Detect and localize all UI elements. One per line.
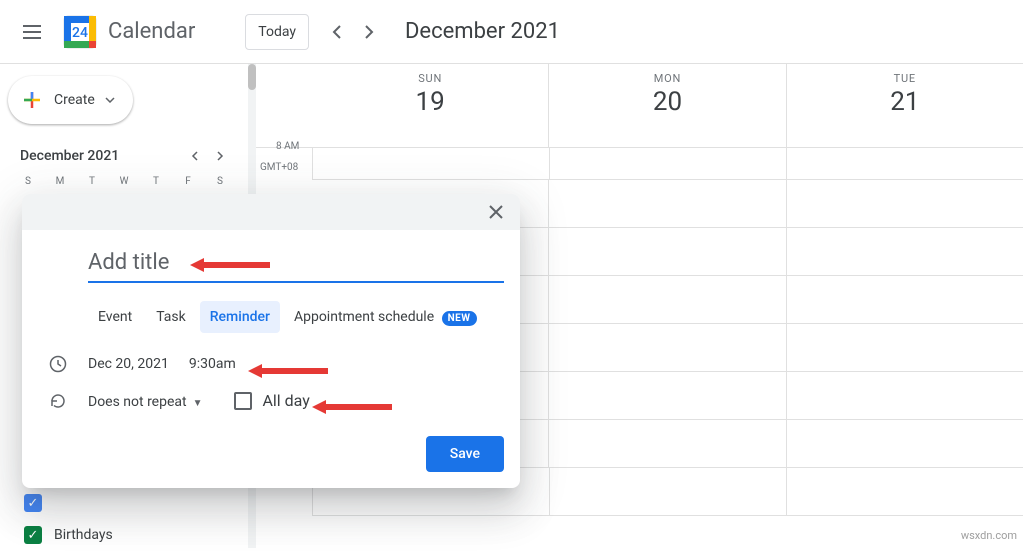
day-header[interactable]: MON 20: [548, 64, 785, 147]
mini-next-button[interactable]: [208, 144, 232, 168]
scrollbar-thumb[interactable]: [248, 64, 256, 90]
day-number: 21: [787, 87, 1023, 117]
next-period-button[interactable]: [353, 16, 385, 48]
annotation-arrow: [190, 258, 270, 272]
mini-dow-row: SMTWTFS: [8, 176, 240, 187]
current-period-label: December 2021: [405, 19, 560, 44]
new-badge: NEW: [442, 311, 477, 326]
close-icon: [489, 205, 503, 219]
time-label: 8 AM: [276, 141, 299, 152]
title-input[interactable]: [88, 246, 504, 283]
annotation-arrow: [312, 400, 392, 414]
main-menu-button[interactable]: [8, 8, 56, 56]
day-header[interactable]: TUE 21: [786, 64, 1023, 147]
dow-label: TUE: [787, 72, 1023, 85]
day-header[interactable]: SUN 19: [312, 64, 548, 147]
allday-checkbox[interactable]: [234, 392, 252, 410]
watermark: wsxdn.com: [961, 529, 1017, 542]
calendar-checkbox[interactable]: ✓: [24, 526, 42, 544]
save-button[interactable]: Save: [426, 436, 504, 472]
tab-event[interactable]: Event: [88, 301, 142, 333]
chevron-down-icon: ▼: [193, 398, 203, 409]
quick-create-dialog: Event Task Reminder Appointment schedule…: [22, 194, 520, 488]
time-picker[interactable]: 9:30am: [189, 356, 236, 372]
clock-icon: [48, 355, 68, 373]
dow-label: MON: [549, 72, 785, 85]
tab-reminder[interactable]: Reminder: [200, 301, 280, 333]
prev-period-button[interactable]: [321, 16, 353, 48]
annotation-arrow: [248, 364, 328, 378]
create-label: Create: [54, 92, 95, 108]
day-number: 19: [312, 87, 548, 117]
date-picker[interactable]: Dec 20, 2021: [88, 356, 169, 372]
create-button[interactable]: Create: [8, 76, 133, 124]
mini-calendar-month: December 2021: [20, 148, 119, 164]
repeat-icon: [48, 392, 68, 410]
calendar-list-item[interactable]: ✓ Birthdays: [24, 519, 240, 551]
calendar-logo: 24: [60, 12, 100, 52]
allday-label: All day: [262, 391, 309, 410]
plus-icon: [20, 88, 44, 112]
calendar-checkbox[interactable]: ✓: [24, 494, 42, 512]
repeat-dropdown[interactable]: Does not repeat ▼: [88, 391, 202, 410]
mini-prev-button[interactable]: [182, 144, 206, 168]
day-number: 20: [549, 87, 785, 117]
time-row[interactable]: 8 AM: [312, 148, 1023, 180]
calendar-list-item[interactable]: ✓: [24, 487, 240, 519]
app-title: Calendar: [108, 19, 195, 44]
chevron-down-icon: [105, 97, 115, 103]
tab-task[interactable]: Task: [146, 301, 196, 333]
dow-label: SUN: [312, 72, 548, 85]
today-button[interactable]: Today: [245, 14, 309, 50]
close-button[interactable]: [482, 198, 510, 226]
svg-text:24: 24: [72, 25, 88, 41]
calendar-label: Birthdays: [54, 527, 113, 543]
hamburger-icon: [23, 25, 41, 39]
tab-appointment[interactable]: Appointment schedule NEW: [284, 301, 487, 333]
